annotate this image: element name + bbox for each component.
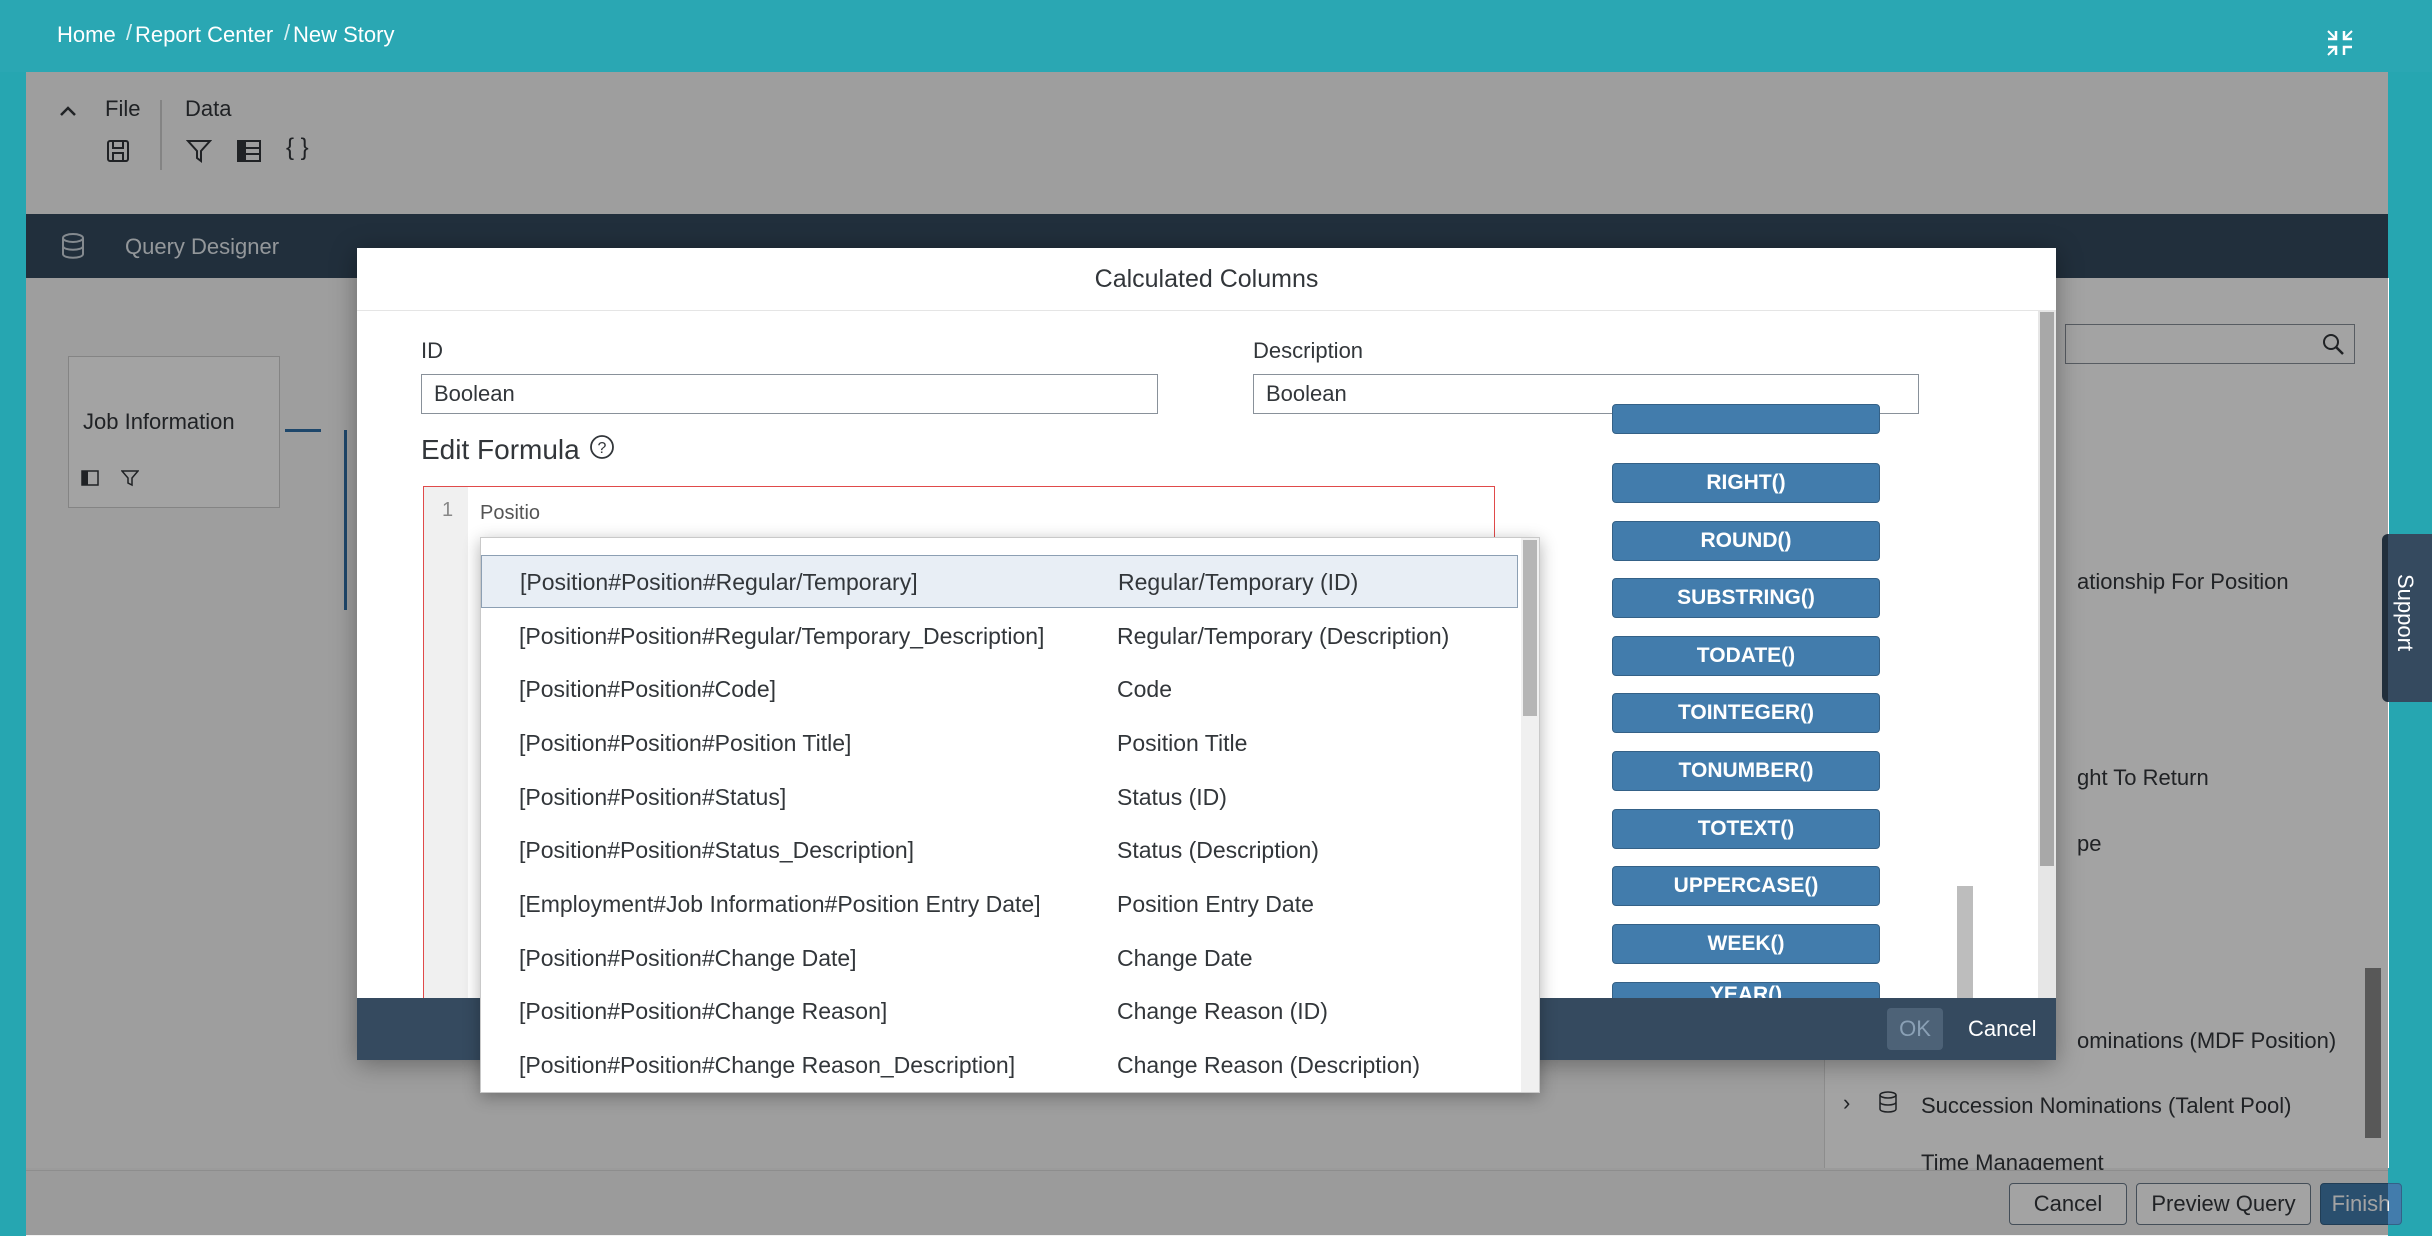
- dialog-scrollbar[interactable]: [2040, 312, 2054, 866]
- ok-button[interactable]: OK: [1887, 1008, 1943, 1050]
- function-button-uppercase[interactable]: UPPERCASE(): [1612, 866, 1880, 906]
- breadcrumb-report-center[interactable]: Report Center: [135, 22, 273, 48]
- id-input[interactable]: Boolean: [421, 374, 1158, 414]
- exit-fullscreen-icon[interactable]: [2325, 28, 2355, 58]
- dialog-title: Calculated Columns: [357, 248, 2056, 311]
- autocomplete-item[interactable]: [Position#Position#Change Date] Change D…: [481, 932, 1518, 985]
- breadcrumb-separator: /: [126, 20, 133, 45]
- support-label: Support: [2393, 574, 2418, 652]
- formula-text[interactable]: Positio: [480, 502, 540, 525]
- function-button-week[interactable]: WEEK(): [1612, 924, 1880, 964]
- support-tab[interactable]: Support: [2382, 534, 2432, 702]
- edit-formula-label: Edit Formula: [421, 434, 580, 465]
- autocomplete-item[interactable]: [Position#Position#Change Reason_Descrip…: [481, 1039, 1518, 1092]
- line-gutter: [424, 487, 468, 1007]
- function-button-right[interactable]: RIGHT(): [1612, 463, 1880, 503]
- id-label: ID: [421, 338, 443, 363]
- function-list-scrollbar[interactable]: [1957, 886, 1973, 998]
- autocomplete-item[interactable]: [Position#Position#Status] Status (ID): [481, 771, 1518, 824]
- autocomplete-popup: [Position#Position#Regular/Temporary] Re…: [480, 537, 1540, 1093]
- function-button-substring[interactable]: SUBSTRING(): [1612, 578, 1880, 618]
- autocomplete-scrollbar[interactable]: [1523, 540, 1537, 716]
- function-button-todate[interactable]: TODATE(): [1612, 636, 1880, 676]
- breadcrumb-separator: /: [284, 20, 291, 45]
- autocomplete-item[interactable]: [Position#Position#Code] Code: [481, 663, 1518, 716]
- description-label: Description: [1253, 338, 1364, 363]
- function-button-tointeger[interactable]: TOINTEGER(): [1612, 693, 1880, 733]
- function-button-tonumber[interactable]: TONUMBER(): [1612, 751, 1880, 791]
- autocomplete-item[interactable]: [Position#Position#Regular/Temporary_Des…: [481, 610, 1518, 663]
- line-number: 1: [442, 499, 454, 521]
- breadcrumb-home[interactable]: Home: [57, 22, 116, 48]
- autocomplete-item[interactable]: [Position#Position#Change Reason] Change…: [481, 985, 1518, 1038]
- help-icon[interactable]: ?: [589, 434, 615, 460]
- breadcrumb-new-story[interactable]: New Story: [293, 22, 394, 48]
- function-button-round[interactable]: ROUND(): [1612, 521, 1880, 561]
- svg-text:?: ?: [598, 440, 607, 457]
- dialog-cancel-button[interactable]: Cancel: [1968, 1016, 2036, 1042]
- autocomplete-item[interactable]: [Position#Position#Regular/Temporary] Re…: [481, 555, 1518, 608]
- function-button-totext[interactable]: TOTEXT(): [1612, 809, 1880, 849]
- autocomplete-item[interactable]: [Position#Position#Position Title] Posit…: [481, 717, 1518, 770]
- function-button[interactable]: [1612, 404, 1880, 434]
- autocomplete-item[interactable]: [Position#Position#Status_Description] S…: [481, 824, 1518, 877]
- autocomplete-item[interactable]: [Employment#Job Information#Position Ent…: [481, 878, 1518, 931]
